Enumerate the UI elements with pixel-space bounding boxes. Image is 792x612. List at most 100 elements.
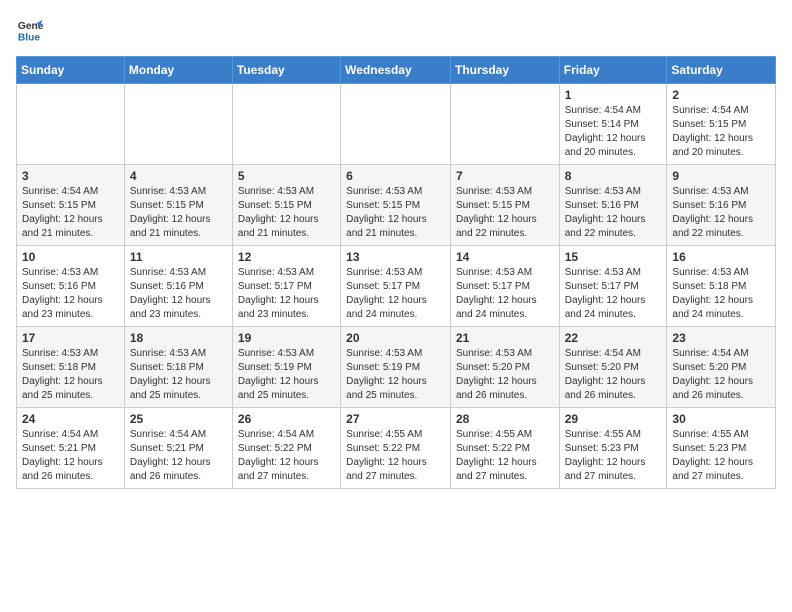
calendar-cell: 7 Sunrise: 4:53 AM Sunset: 5:15 PM Daylig…	[450, 165, 559, 246]
calendar-header-tuesday: Tuesday	[232, 57, 340, 84]
calendar-cell: 21Sunrise: 4:53 AM Sunset: 5:20 PM Dayli…	[450, 327, 559, 408]
day-info: Sunrise: 4:53 AM Sunset: 5:18 PM Dayligh…	[22, 347, 119, 403]
day-number: 30	[672, 412, 770, 426]
calendar-cell: 8 Sunrise: 4:53 AM Sunset: 5:16 PM Daylig…	[559, 165, 667, 246]
day-number: 6	[346, 169, 445, 183]
day-info: Sunrise: 4:53 AM Sunset: 5:18 PM Dayligh…	[672, 266, 770, 322]
day-number: 12	[238, 250, 335, 264]
day-number: 24	[22, 412, 119, 426]
day-number: 26	[238, 412, 335, 426]
calendar-cell: 23 Sunrise: 4:54 AM Sunset: 5:20 PM Dayli…	[667, 327, 776, 408]
calendar-table: SundayMondayTuesdayWednesdayThursdayFrid…	[16, 56, 776, 489]
calendar-cell: 27 Sunrise: 4:55 AM Sunset: 5:22 PM Dayli…	[341, 408, 451, 489]
calendar-cell: 16 Sunrise: 4:53 AM Sunset: 5:18 PM Dayli…	[667, 246, 776, 327]
day-info: Sunrise: 4:54 AM Sunset: 5:14 PM Dayligh…	[565, 104, 662, 160]
day-info: Sunrise: 4:54 AM Sunset: 5:15 PM Dayligh…	[672, 104, 770, 160]
logo-icon: General Blue	[16, 16, 44, 44]
day-info: Sunrise: 4:54 AM Sunset: 5:21 PM Dayligh…	[22, 428, 119, 484]
calendar-cell: 12 Sunrise: 4:53 AM Sunset: 5:17 PM Dayli…	[232, 246, 340, 327]
calendar-week-1: 1 Sunrise: 4:54 AM Sunset: 5:14 PM Daylig…	[17, 84, 776, 165]
day-info: Sunrise: 4:55 AM Sunset: 5:23 PM Dayligh…	[565, 428, 662, 484]
calendar-cell: 30 Sunrise: 4:55 AM Sunset: 5:23 PM Dayli…	[667, 408, 776, 489]
day-info: Sunrise: 4:53 AM Sunset: 5:20 PM Dayligh…	[456, 347, 554, 403]
calendar-cell: 14 Sunrise: 4:53 AM Sunset: 5:17 PM Dayli…	[450, 246, 559, 327]
calendar-cell: 17 Sunrise: 4:53 AM Sunset: 5:18 PM Dayli…	[17, 327, 125, 408]
calendar-header-friday: Friday	[559, 57, 667, 84]
day-number: 23	[672, 331, 770, 345]
calendar-cell: 1 Sunrise: 4:54 AM Sunset: 5:14 PM Daylig…	[559, 84, 667, 165]
day-info: Sunrise: 4:53 AM Sunset: 5:16 PM Dayligh…	[672, 185, 770, 241]
calendar-header-row: SundayMondayTuesdayWednesdayThursdayFrid…	[17, 57, 776, 84]
calendar-header-saturday: Saturday	[667, 57, 776, 84]
day-number: 1	[565, 88, 662, 102]
day-number: 14	[456, 250, 554, 264]
day-info: Sunrise: 4:53 AM Sunset: 5:18 PM Dayligh…	[130, 347, 227, 403]
day-number: 28	[456, 412, 554, 426]
day-info: Sunrise: 4:53 AM Sunset: 5:17 PM Dayligh…	[456, 266, 554, 322]
day-number: 18	[130, 331, 227, 345]
calendar-cell: 19 Sunrise: 4:53 AM Sunset: 5:19 PM Dayli…	[232, 327, 340, 408]
calendar-week-3: 10 Sunrise: 4:53 AM Sunset: 5:16 PM Dayli…	[17, 246, 776, 327]
day-info: Sunrise: 4:53 AM Sunset: 5:15 PM Dayligh…	[456, 185, 554, 241]
calendar-week-5: 24 Sunrise: 4:54 AM Sunset: 5:21 PM Dayli…	[17, 408, 776, 489]
day-info: Sunrise: 4:55 AM Sunset: 5:22 PM Dayligh…	[346, 428, 445, 484]
day-number: 4	[130, 169, 227, 183]
day-number: 17	[22, 331, 119, 345]
calendar-cell: 24 Sunrise: 4:54 AM Sunset: 5:21 PM Dayli…	[17, 408, 125, 489]
calendar-cell: 18 Sunrise: 4:53 AM Sunset: 5:18 PM Dayli…	[124, 327, 232, 408]
calendar-cell: 13 Sunrise: 4:53 AM Sunset: 5:17 PM Dayli…	[341, 246, 451, 327]
calendar-cell: 28 Sunrise: 4:55 AM Sunset: 5:22 PM Dayli…	[450, 408, 559, 489]
calendar-cell: 15Sunrise: 4:53 AM Sunset: 5:17 PM Dayli…	[559, 246, 667, 327]
calendar-cell	[124, 84, 232, 165]
day-info: Sunrise: 4:53 AM Sunset: 5:16 PM Dayligh…	[130, 266, 227, 322]
day-info: Sunrise: 4:53 AM Sunset: 5:16 PM Dayligh…	[22, 266, 119, 322]
day-number: 3	[22, 169, 119, 183]
calendar-header-monday: Monday	[124, 57, 232, 84]
calendar-cell: 3 Sunrise: 4:54 AM Sunset: 5:15 PM Daylig…	[17, 165, 125, 246]
day-number: 2	[672, 88, 770, 102]
day-info: Sunrise: 4:53 AM Sunset: 5:15 PM Dayligh…	[130, 185, 227, 241]
logo: General Blue	[16, 16, 44, 44]
calendar-week-4: 17 Sunrise: 4:53 AM Sunset: 5:18 PM Dayli…	[17, 327, 776, 408]
day-info: Sunrise: 4:55 AM Sunset: 5:23 PM Dayligh…	[672, 428, 770, 484]
calendar-cell: 22Sunrise: 4:54 AM Sunset: 5:20 PM Dayli…	[559, 327, 667, 408]
calendar-cell: 5 Sunrise: 4:53 AM Sunset: 5:15 PM Daylig…	[232, 165, 340, 246]
day-number: 7	[456, 169, 554, 183]
day-info: Sunrise: 4:53 AM Sunset: 5:17 PM Dayligh…	[346, 266, 445, 322]
calendar-cell: 9Sunrise: 4:53 AM Sunset: 5:16 PM Daylig…	[667, 165, 776, 246]
day-info: Sunrise: 4:54 AM Sunset: 5:15 PM Dayligh…	[22, 185, 119, 241]
day-info: Sunrise: 4:53 AM Sunset: 5:19 PM Dayligh…	[346, 347, 445, 403]
day-info: Sunrise: 4:55 AM Sunset: 5:22 PM Dayligh…	[456, 428, 554, 484]
svg-text:Blue: Blue	[18, 32, 41, 43]
day-number: 27	[346, 412, 445, 426]
day-info: Sunrise: 4:53 AM Sunset: 5:15 PM Dayligh…	[346, 185, 445, 241]
day-info: Sunrise: 4:54 AM Sunset: 5:22 PM Dayligh…	[238, 428, 335, 484]
day-info: Sunrise: 4:53 AM Sunset: 5:17 PM Dayligh…	[238, 266, 335, 322]
day-number: 16	[672, 250, 770, 264]
calendar-cell: 20 Sunrise: 4:53 AM Sunset: 5:19 PM Dayli…	[341, 327, 451, 408]
day-number: 15	[565, 250, 662, 264]
day-number: 8	[565, 169, 662, 183]
day-number: 10	[22, 250, 119, 264]
calendar-cell: 29Sunrise: 4:55 AM Sunset: 5:23 PM Dayli…	[559, 408, 667, 489]
calendar-header-wednesday: Wednesday	[341, 57, 451, 84]
day-info: Sunrise: 4:53 AM Sunset: 5:16 PM Dayligh…	[565, 185, 662, 241]
calendar-cell	[341, 84, 451, 165]
calendar-week-2: 3 Sunrise: 4:54 AM Sunset: 5:15 PM Daylig…	[17, 165, 776, 246]
day-number: 20	[346, 331, 445, 345]
day-number: 11	[130, 250, 227, 264]
calendar-cell	[232, 84, 340, 165]
calendar-cell: 10 Sunrise: 4:53 AM Sunset: 5:16 PM Dayli…	[17, 246, 125, 327]
calendar-header-sunday: Sunday	[17, 57, 125, 84]
calendar-cell: 2 Sunrise: 4:54 AM Sunset: 5:15 PM Daylig…	[667, 84, 776, 165]
day-info: Sunrise: 4:53 AM Sunset: 5:19 PM Dayligh…	[238, 347, 335, 403]
day-number: 22	[565, 331, 662, 345]
calendar-cell	[17, 84, 125, 165]
page-header: General Blue	[16, 16, 776, 44]
day-number: 19	[238, 331, 335, 345]
day-number: 5	[238, 169, 335, 183]
day-number: 13	[346, 250, 445, 264]
day-info: Sunrise: 4:53 AM Sunset: 5:15 PM Dayligh…	[238, 185, 335, 241]
calendar-cell	[450, 84, 559, 165]
day-info: Sunrise: 4:54 AM Sunset: 5:20 PM Dayligh…	[672, 347, 770, 403]
